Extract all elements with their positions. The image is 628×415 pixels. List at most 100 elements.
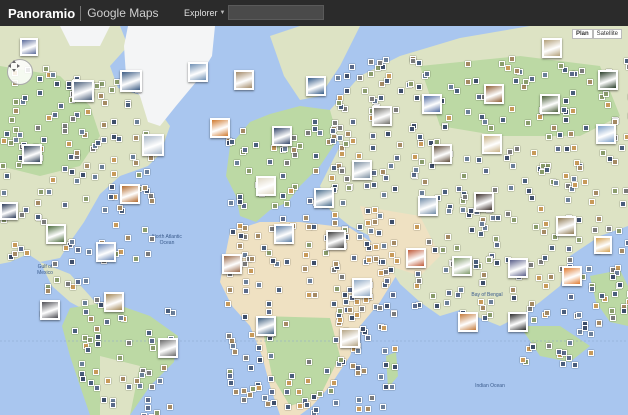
photo-marker[interactable] bbox=[514, 68, 520, 74]
photo-marker[interactable] bbox=[345, 131, 351, 137]
photo-marker[interactable] bbox=[94, 83, 100, 89]
photo-thumbnail[interactable] bbox=[474, 192, 494, 212]
photo-marker[interactable] bbox=[384, 278, 390, 284]
photo-marker[interactable] bbox=[372, 207, 378, 213]
photo-marker[interactable] bbox=[83, 278, 89, 284]
photo-marker[interactable] bbox=[339, 168, 345, 174]
map-type-plan-button[interactable]: Plan bbox=[571, 29, 593, 39]
photo-marker[interactable] bbox=[331, 165, 337, 171]
photo-marker[interactable] bbox=[276, 287, 282, 293]
photo-marker[interactable] bbox=[417, 134, 423, 140]
photo-marker[interactable] bbox=[13, 99, 19, 105]
photo-marker[interactable] bbox=[134, 378, 140, 384]
photo-marker[interactable] bbox=[284, 201, 290, 207]
photo-marker[interactable] bbox=[593, 190, 599, 196]
photo-marker[interactable] bbox=[494, 242, 500, 248]
photo-marker[interactable] bbox=[142, 227, 148, 233]
photo-thumbnail[interactable] bbox=[188, 62, 208, 82]
photo-thumbnail[interactable] bbox=[256, 176, 276, 196]
photo-thumbnail[interactable] bbox=[274, 224, 294, 244]
photo-marker[interactable] bbox=[262, 395, 268, 401]
photo-marker[interactable] bbox=[365, 220, 371, 226]
photo-marker[interactable] bbox=[269, 389, 275, 395]
photo-marker[interactable] bbox=[373, 244, 379, 250]
photo-marker[interactable] bbox=[284, 389, 290, 395]
photo-thumbnail[interactable] bbox=[256, 316, 276, 336]
photo-thumbnail[interactable] bbox=[432, 144, 452, 164]
brand[interactable]: Panoramio Google Maps bbox=[8, 0, 159, 26]
photo-marker[interactable] bbox=[610, 315, 616, 321]
photo-marker[interactable] bbox=[588, 331, 594, 337]
explore-menu-button[interactable]: Explorer ▼ bbox=[184, 0, 225, 26]
photo-marker[interactable] bbox=[256, 282, 262, 288]
photo-marker[interactable] bbox=[75, 247, 81, 253]
photo-marker[interactable] bbox=[69, 239, 75, 245]
photo-marker[interactable] bbox=[38, 189, 44, 195]
photo-marker[interactable] bbox=[280, 193, 286, 199]
photo-marker[interactable] bbox=[549, 245, 555, 251]
photo-marker[interactable] bbox=[570, 90, 576, 96]
photo-marker[interactable] bbox=[66, 141, 72, 147]
photo-marker[interactable] bbox=[586, 266, 592, 272]
photo-marker[interactable] bbox=[230, 229, 236, 235]
photo-marker[interactable] bbox=[566, 246, 572, 252]
photo-marker[interactable] bbox=[336, 100, 342, 106]
photo-marker[interactable] bbox=[4, 131, 10, 137]
photo-marker[interactable] bbox=[256, 385, 262, 391]
photo-marker[interactable] bbox=[368, 228, 374, 234]
photo-marker[interactable] bbox=[483, 168, 489, 174]
photo-marker[interactable] bbox=[480, 305, 486, 311]
photo-marker[interactable] bbox=[365, 406, 371, 412]
photo-marker[interactable] bbox=[529, 76, 535, 82]
photo-marker[interactable] bbox=[510, 287, 516, 293]
photo-marker[interactable] bbox=[369, 395, 375, 401]
photo-marker[interactable] bbox=[257, 357, 263, 363]
photo-thumbnail[interactable] bbox=[120, 184, 140, 204]
photo-marker[interactable] bbox=[95, 334, 101, 340]
photo-marker[interactable] bbox=[376, 230, 382, 236]
photo-marker[interactable] bbox=[102, 100, 108, 106]
photo-marker[interactable] bbox=[256, 345, 262, 351]
photo-marker[interactable] bbox=[284, 160, 290, 166]
photo-marker[interactable] bbox=[394, 258, 400, 264]
photo-marker[interactable] bbox=[624, 58, 628, 64]
photo-marker[interactable] bbox=[617, 282, 623, 288]
photo-marker[interactable] bbox=[1, 138, 7, 144]
photo-marker[interactable] bbox=[529, 301, 535, 307]
photo-marker[interactable] bbox=[362, 88, 368, 94]
photo-marker[interactable] bbox=[130, 154, 136, 160]
photo-marker[interactable] bbox=[311, 260, 317, 266]
photo-marker[interactable] bbox=[539, 169, 545, 175]
photo-marker[interactable] bbox=[370, 133, 376, 139]
photo-marker[interactable] bbox=[83, 309, 89, 315]
photo-marker[interactable] bbox=[531, 317, 537, 323]
photo-marker[interactable] bbox=[82, 300, 88, 306]
photo-marker[interactable] bbox=[46, 189, 52, 195]
photo-marker[interactable] bbox=[606, 226, 612, 232]
photo-marker[interactable] bbox=[306, 359, 312, 365]
photo-marker[interactable] bbox=[333, 261, 339, 267]
photo-marker[interactable] bbox=[313, 407, 319, 413]
photo-marker[interactable] bbox=[505, 211, 511, 217]
panoramio-logo[interactable]: Panoramio bbox=[8, 6, 75, 21]
photo-marker[interactable] bbox=[384, 303, 390, 309]
photo-marker[interactable] bbox=[101, 137, 107, 143]
photo-marker[interactable] bbox=[88, 316, 94, 322]
photo-marker[interactable] bbox=[145, 405, 151, 411]
photo-marker[interactable] bbox=[579, 68, 585, 74]
photo-marker[interactable] bbox=[228, 200, 234, 206]
photo-marker[interactable] bbox=[588, 350, 594, 356]
photo-marker[interactable] bbox=[542, 255, 548, 261]
photo-marker[interactable] bbox=[365, 208, 371, 214]
photo-marker[interactable] bbox=[45, 288, 51, 294]
photo-thumbnail[interactable] bbox=[306, 76, 326, 96]
photo-marker[interactable] bbox=[234, 160, 240, 166]
photo-marker[interactable] bbox=[238, 233, 244, 239]
photo-marker[interactable] bbox=[556, 349, 562, 355]
photo-marker[interactable] bbox=[305, 378, 311, 384]
photo-marker[interactable] bbox=[333, 337, 339, 343]
photo-marker[interactable] bbox=[37, 76, 43, 82]
photo-marker[interactable] bbox=[612, 188, 618, 194]
photo-marker[interactable] bbox=[460, 207, 466, 213]
photo-marker[interactable] bbox=[228, 380, 234, 386]
